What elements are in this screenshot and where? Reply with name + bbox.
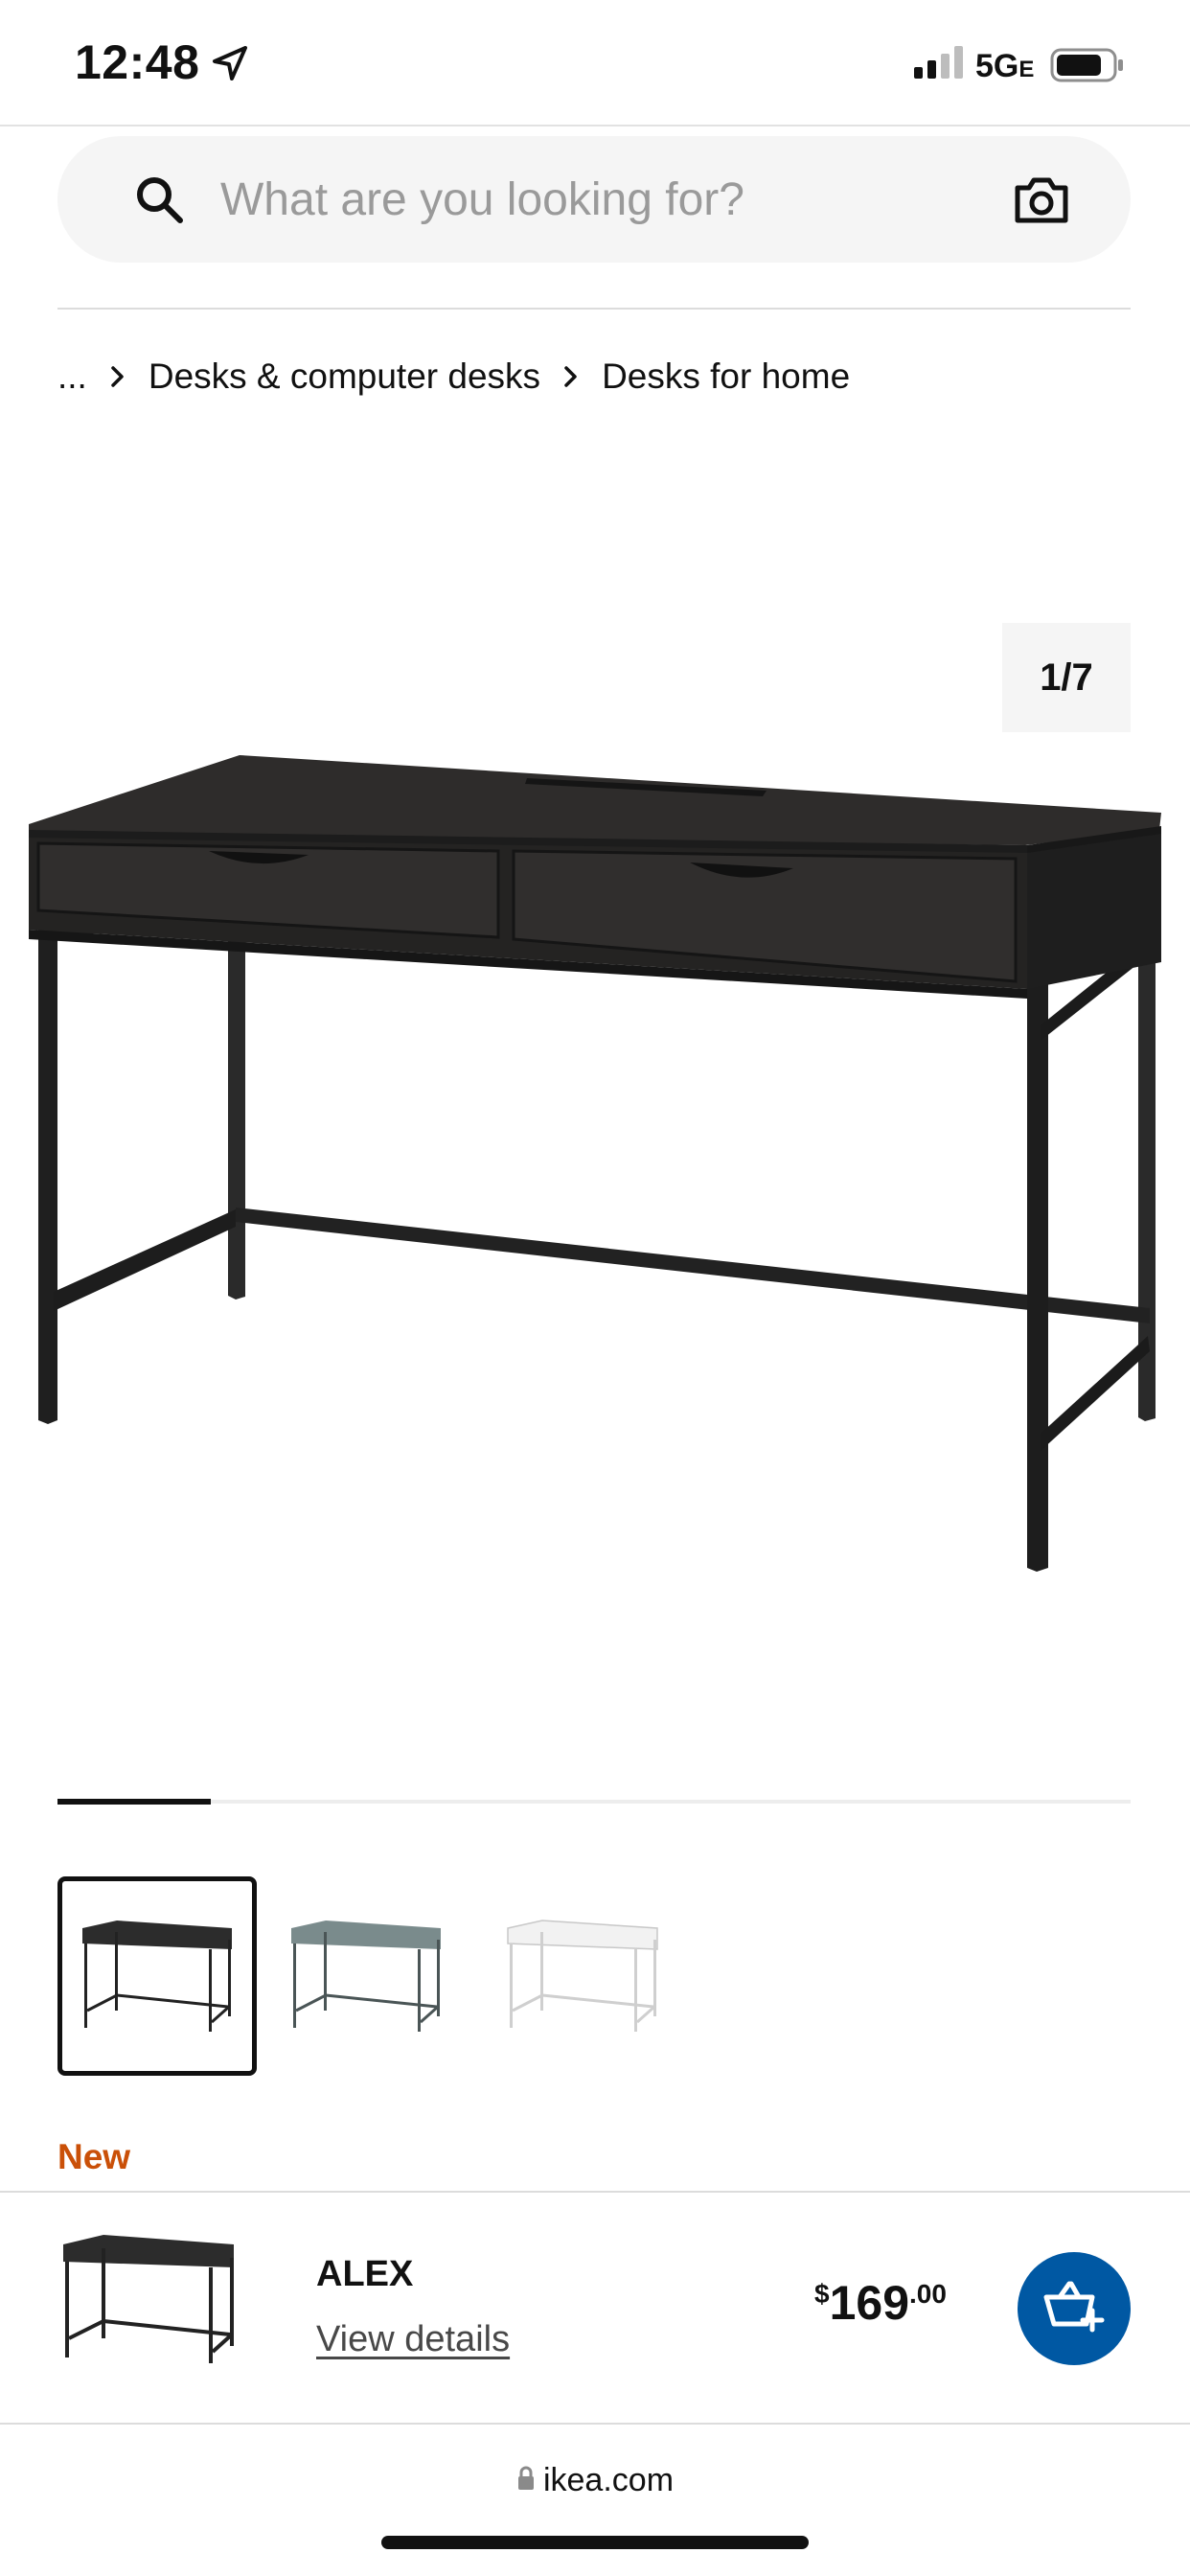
battery-icon [1050, 46, 1127, 89]
breadcrumb-item-ellipsis[interactable]: ... [57, 356, 87, 397]
chevron-right-icon [563, 356, 579, 398]
add-to-cart-button[interactable] [1018, 2252, 1131, 2365]
search-divider [57, 308, 1131, 310]
status-time: 12:48 [75, 35, 200, 89]
variant-thumbnail-white[interactable] [483, 1876, 682, 2076]
gallery-progress-track [57, 1799, 1131, 1805]
breadcrumb-item-desks[interactable]: Desks & computer desks [149, 356, 540, 397]
home-indicator[interactable] [381, 2536, 809, 2549]
product-price: $ 169 .00 [814, 2275, 947, 2331]
location-arrow-icon [211, 44, 249, 87]
search-input[interactable] [218, 165, 1004, 234]
camera-icon[interactable] [1012, 172, 1071, 231]
gallery-progress-fill [57, 1799, 212, 1805]
top-divider [0, 125, 1190, 126]
product-main-image[interactable] [19, 738, 1179, 1586]
sticky-bar-divider [0, 2191, 1190, 2193]
lock-icon [516, 2462, 536, 2499]
price-integer: 169 [829, 2276, 910, 2330]
network-type: 5GE [975, 48, 1034, 85]
status-bar: 12:48 5GE [0, 0, 1190, 125]
breadcrumb-item-desks-for-home[interactable]: Desks for home [602, 356, 850, 397]
price-decimals: .00 [909, 2279, 947, 2309]
shopping-basket-add-icon [1042, 2280, 1106, 2338]
view-details-link[interactable]: View details [316, 2319, 510, 2360]
variant-thumbnail-grey-turquoise[interactable] [266, 1876, 466, 2076]
price-currency: $ [814, 2279, 830, 2309]
browser-url: ikea.com [542, 2461, 675, 2498]
search-icon[interactable] [134, 174, 186, 231]
product-name: ALEX [316, 2254, 414, 2294]
breadcrumb: ... Desks & computer desks Desks for hom… [57, 353, 850, 401]
network-suffix: E [1018, 57, 1035, 82]
cellular-signal-icon [914, 46, 968, 85]
chevron-right-icon [110, 356, 126, 398]
new-badge: New [57, 2137, 131, 2176]
variant-thumbnail-black-brown[interactable] [57, 1876, 257, 2076]
sticky-bar-bottom-divider [0, 2423, 1190, 2425]
network-label: 5G [975, 48, 1019, 84]
image-counter: 1/7 [1002, 623, 1131, 732]
sticky-product-thumbnail [59, 2233, 238, 2372]
browser-url-bar[interactable]: ikea.com [0, 2453, 1190, 2507]
search-bar[interactable] [57, 136, 1131, 263]
